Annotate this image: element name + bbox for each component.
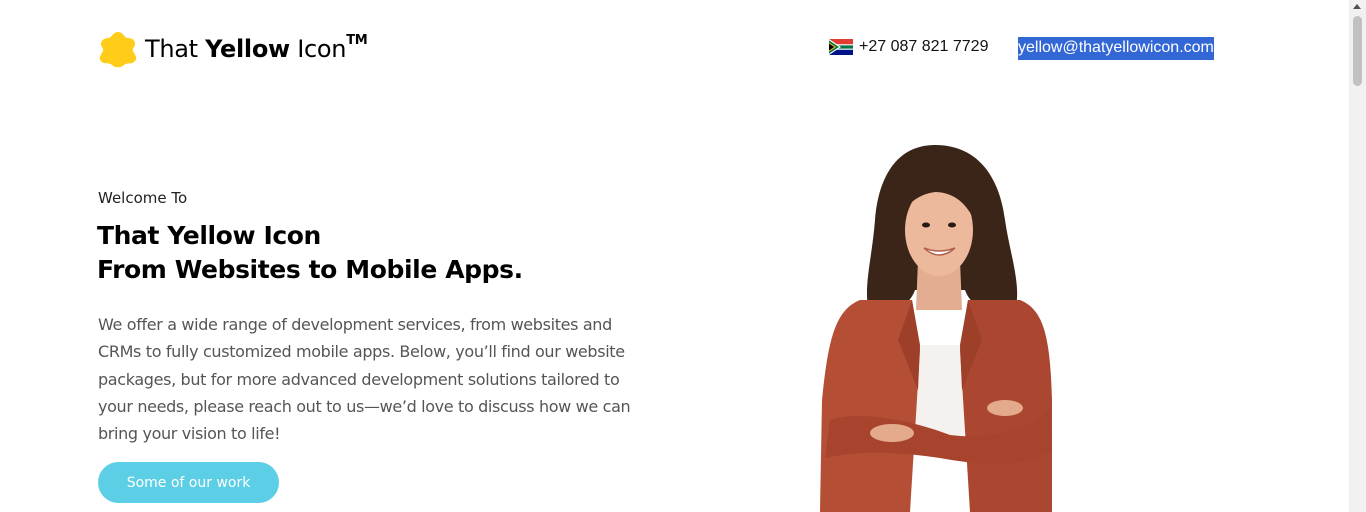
- left-eye: [922, 222, 930, 228]
- south-africa-flag-icon: [829, 39, 853, 55]
- vertical-scrollbar[interactable]: [1349, 0, 1366, 512]
- phone-number: +27 087 821 7729: [859, 38, 989, 55]
- logo-text-after: Icon: [289, 35, 347, 63]
- left-hand: [870, 424, 914, 442]
- hero-description: We offer a wide range of development ser…: [98, 315, 631, 444]
- some-of-our-work-button[interactable]: Some of our work: [98, 462, 279, 503]
- headline-line-2: From Websites to Mobile Apps.: [97, 255, 523, 284]
- hero-headline: That Yellow Icon From Websites to Mobile…: [97, 219, 523, 287]
- white-top: [915, 345, 965, 440]
- scrollbar-thumb[interactable]: [1353, 16, 1362, 86]
- headline-line-1: That Yellow Icon: [97, 221, 321, 250]
- hero-eyebrow: Welcome To: [98, 189, 188, 207]
- right-hand: [987, 400, 1023, 416]
- yellow-blob-icon: [99, 32, 137, 68]
- woman-in-rust-blazer-portrait: [820, 145, 1052, 512]
- email-link[interactable]: yellow@thatyellowicon.com: [1018, 37, 1214, 60]
- logo-text-bold: Yellow: [205, 35, 290, 63]
- logo-text-regular: That: [145, 35, 206, 63]
- right-eye: [948, 222, 956, 228]
- scroll-up-arrow-icon[interactable]: [1353, 4, 1361, 9]
- logo-wordmark: That Yellow IconTM: [145, 33, 368, 63]
- trademark-symbol: TM: [346, 33, 368, 48]
- site-logo[interactable]: That Yellow IconTM: [97, 30, 368, 68]
- phone-contact[interactable]: +27 087 821 7729: [829, 38, 988, 56]
